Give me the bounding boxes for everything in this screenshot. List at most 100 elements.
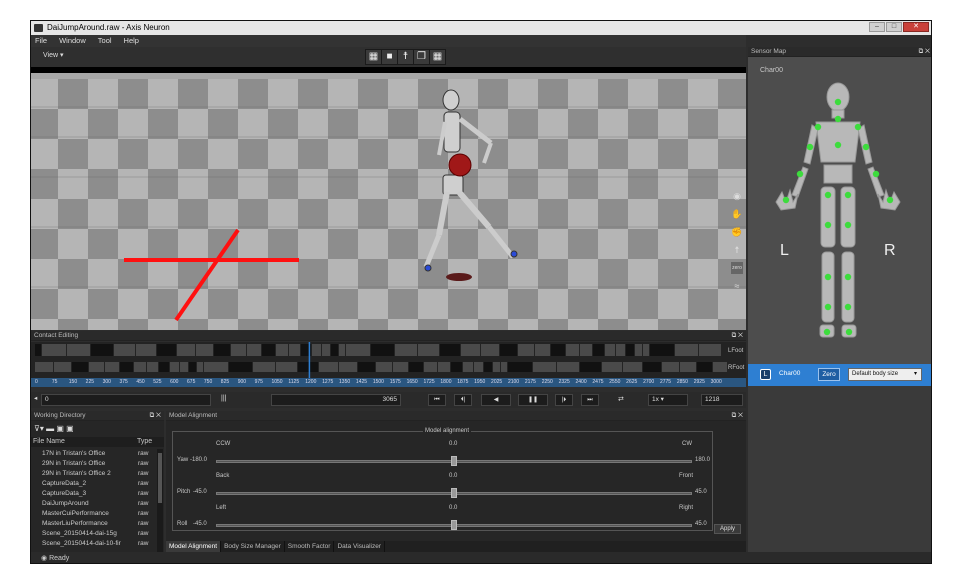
list-item[interactable]: Scene_20150414-dai-15g raw bbox=[31, 529, 157, 539]
speed-select[interactable]: 1x ▾ bbox=[648, 394, 688, 406]
record-icon[interactable]: ◉ bbox=[731, 190, 743, 202]
panel-close-icon[interactable]: ⧉ ✕ bbox=[919, 47, 930, 57]
zero-button[interactable]: Zero bbox=[818, 368, 840, 381]
ruler-tick: 2850 bbox=[676, 379, 688, 385]
prev-frame-button[interactable]: ⏴| bbox=[454, 394, 472, 406]
file-list-scrollbar[interactable] bbox=[157, 449, 163, 555]
contact-block bbox=[393, 362, 408, 372]
maximize-button[interactable]: □ bbox=[886, 22, 902, 32]
pitch-center-label: 0.0 bbox=[449, 473, 458, 479]
contact-block bbox=[533, 362, 556, 372]
roll-slider-thumb[interactable] bbox=[451, 520, 457, 530]
column-file-name[interactable]: File Name bbox=[33, 437, 65, 447]
character-bar[interactable]: L Char00 Zero Default body size ▾ bbox=[748, 364, 931, 386]
close-button[interactable]: ✕ bbox=[903, 22, 929, 32]
list-item[interactable]: CaptureData_3 raw bbox=[31, 489, 157, 499]
tab-body-size-manager[interactable]: Body Size Manager bbox=[221, 541, 285, 552]
panel-close-icon[interactable]: ⧉ ✕ bbox=[732, 411, 743, 421]
folder-icon[interactable]: ▬ bbox=[46, 424, 54, 433]
yaw-slider[interactable] bbox=[216, 456, 692, 466]
next-frame-button[interactable]: |⏵ bbox=[555, 394, 573, 406]
file-name: MasterLiuPerformance bbox=[42, 520, 108, 527]
skip-start-button[interactable]: ⏮ bbox=[428, 394, 446, 406]
loop-icon[interactable]: ⇄ bbox=[618, 395, 624, 403]
current-frame-field[interactable]: 1218 bbox=[701, 394, 743, 406]
list-item[interactable]: 17N in Tristan's Office raw bbox=[31, 449, 157, 459]
file-type: raw bbox=[138, 520, 149, 527]
pitch-slider[interactable] bbox=[216, 488, 692, 498]
hand-fist-icon[interactable]: ✊ bbox=[731, 226, 743, 238]
tab-data-visualizer[interactable]: Data Visualizer bbox=[334, 541, 386, 552]
sensor-dot bbox=[844, 221, 852, 229]
file-type: raw bbox=[138, 490, 149, 497]
view-dropdown[interactable]: View ▾ bbox=[43, 51, 64, 59]
timeline-ruler[interactable]: 0 75 150 225 300 375 450 525 600 675 750 825 900 975 1… bbox=[31, 378, 746, 387]
contact-block bbox=[247, 344, 261, 356]
contact-block bbox=[418, 344, 439, 356]
body-size-select[interactable]: Default body size ▾ bbox=[848, 368, 922, 381]
window-icon[interactable]: ❐ bbox=[414, 50, 429, 64]
list-item[interactable]: DaiJumpAround raw bbox=[31, 499, 157, 509]
skip-end-button[interactable]: ⏭ bbox=[581, 394, 599, 406]
zero-icon[interactable]: zero bbox=[731, 262, 743, 274]
checker-icon[interactable]: ▦ bbox=[366, 50, 381, 64]
hand-icon[interactable]: ✋ bbox=[731, 208, 743, 220]
body-diagram bbox=[775, 82, 901, 338]
filter-icon[interactable]: ⊽▾ bbox=[34, 424, 44, 433]
list-item[interactable]: 29N in Tristan's Office raw bbox=[31, 459, 157, 469]
panel-close-icon[interactable]: ⧉ ✕ bbox=[150, 411, 161, 421]
contact-block bbox=[626, 344, 634, 356]
view-label: View bbox=[43, 52, 59, 59]
app-window: DaiJumpAround.raw - Axis Neuron – □ ✕ Fi… bbox=[30, 20, 932, 564]
pitch-slider-thumb[interactable] bbox=[451, 488, 457, 498]
menu-help[interactable]: Help bbox=[124, 35, 139, 47]
contact-tracks[interactable]: LFoot RFoot bbox=[31, 342, 746, 378]
contact-block bbox=[474, 362, 483, 372]
list-item[interactable]: MasterCuiPerformance raw bbox=[31, 509, 157, 519]
contact-block bbox=[339, 344, 345, 356]
list-item[interactable]: Scene_20150414-dai-10-fir raw bbox=[31, 539, 157, 549]
apply-button[interactable]: Apply bbox=[714, 524, 741, 534]
delete-icon[interactable]: ▣ bbox=[66, 424, 74, 433]
list-item[interactable]: CaptureData_2 raw bbox=[31, 479, 157, 489]
menu-window[interactable]: Window bbox=[59, 35, 86, 47]
list-item[interactable]: 29N in Tristan's Office 2 raw bbox=[31, 469, 157, 479]
column-type[interactable]: Type bbox=[137, 437, 152, 447]
contact-block bbox=[602, 362, 622, 372]
ruler-tick: 2775 bbox=[659, 379, 672, 385]
checker-icon[interactable]: ▦ bbox=[430, 50, 445, 64]
pause-button[interactable]: ❚❚ bbox=[518, 394, 548, 406]
tab-smooth-factor[interactable]: Smooth Factor bbox=[285, 541, 335, 552]
viewport-scene bbox=[31, 67, 746, 330]
yaw-max: 180.0 bbox=[695, 457, 711, 463]
contact-block bbox=[580, 344, 592, 356]
3d-viewport[interactable]: ◉ ✋ ✊ ☨ zero ≈ bbox=[31, 67, 746, 330]
tpose-icon[interactable]: ☨ bbox=[731, 244, 743, 256]
contact-block bbox=[42, 344, 66, 356]
menu-tool[interactable]: Tool bbox=[98, 35, 112, 47]
panel-close-icon[interactable]: ⧉ ✕ bbox=[732, 331, 743, 341]
minimize-button[interactable]: – bbox=[869, 22, 885, 32]
yaw-min: -180.0 bbox=[190, 457, 208, 463]
step-left-icon[interactable]: ◂ bbox=[31, 394, 39, 406]
tab-model-alignment[interactable]: Model Alignment bbox=[166, 541, 222, 552]
yaw-slider-thumb[interactable] bbox=[451, 456, 457, 466]
refresh-icon[interactable]: ▣ bbox=[56, 424, 64, 433]
contact-block bbox=[643, 344, 649, 356]
play-reverse-button[interactable]: ◀ bbox=[481, 394, 511, 406]
figure-icon[interactable]: ☨ bbox=[398, 50, 413, 64]
menu-file[interactable]: File bbox=[35, 35, 47, 47]
ruler-tick: 1800 bbox=[440, 379, 452, 385]
roll-slider[interactable] bbox=[216, 520, 692, 530]
contact-block bbox=[89, 362, 104, 372]
contact-block bbox=[312, 344, 321, 356]
start-frame-field[interactable]: 0 bbox=[41, 394, 211, 406]
list-item[interactable]: MasterLiuPerformance raw bbox=[31, 519, 157, 529]
camera-icon[interactable]: ■ bbox=[382, 50, 397, 64]
ruler-tick: 750 bbox=[203, 379, 213, 385]
roll-min: -45.0 bbox=[193, 521, 207, 527]
end-frame-field[interactable]: 3065 bbox=[271, 394, 401, 406]
group-title: Model alignment bbox=[423, 428, 472, 434]
contact-block bbox=[54, 362, 71, 372]
wave-icon[interactable]: ≈ bbox=[731, 280, 743, 292]
